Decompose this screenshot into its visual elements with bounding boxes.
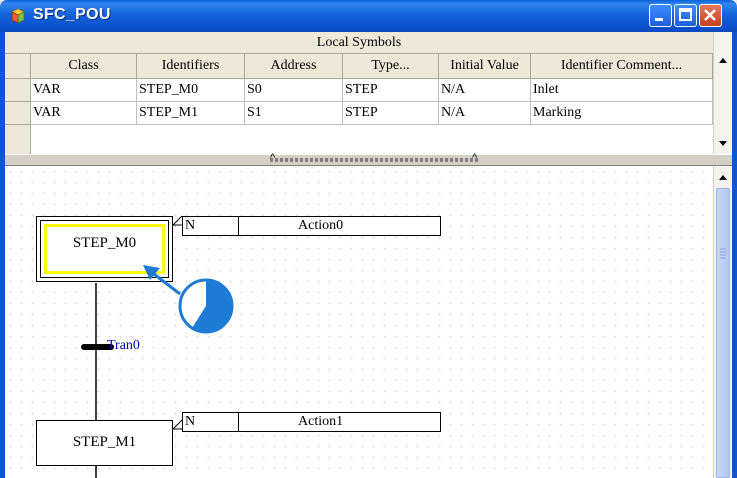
sfc-pou-window: SFC_POU Local Symbols Class Identifiers … [0,0,737,478]
window-title: SFC_POU [33,6,111,23]
table-row[interactable]: VAR STEP_M1 S1 STEP N/A Marking [31,102,713,125]
cell-class[interactable]: VAR [31,79,137,101]
local-symbols-table: Local Symbols Class Identifiers Address … [5,32,713,154]
arrow-up-icon [719,175,727,180]
cell-comment[interactable]: Inlet [531,79,713,101]
column-header-class[interactable]: Class [31,54,137,78]
table-row[interactable]: VAR STEP_M0 S0 STEP N/A Inlet [31,79,713,102]
column-header-type[interactable]: Type... [343,54,439,78]
close-icon [704,9,716,21]
scroll-up-button[interactable] [714,169,732,187]
step-name: STEP_M0 [72,235,137,251]
column-header-comment[interactable]: Identifier Comment... [531,54,713,78]
step-name: STEP_M1 [72,434,137,450]
corner-header [5,54,31,79]
scroll-down-button[interactable] [714,134,732,152]
step-stepm1[interactable]: STEP_M1 [36,420,173,466]
splitter-grip[interactable] [270,158,480,162]
splitter-up-icon[interactable]: ^ [270,152,275,164]
window-frame-right [732,32,737,478]
pou-icon [11,8,25,24]
row-header[interactable] [5,79,31,102]
table-scrollbar[interactable] [713,32,732,154]
cell-class[interactable]: VAR [31,102,137,124]
column-header-row: Class Identifiers Address Type... Initia… [31,54,713,79]
minimize-icon [655,18,663,21]
cell-identifier[interactable]: STEP_M0 [137,79,245,101]
action-qualifier: N [185,218,196,233]
splitter-up-icon[interactable]: ^ [472,152,477,164]
maximize-icon [679,8,692,21]
pane-splitter[interactable]: ^ ^ [5,152,732,166]
action-name: Action0 [298,218,344,233]
column-header-address[interactable]: Address [245,54,343,78]
cell-type[interactable]: STEP [343,102,439,124]
row-header-empty [5,125,31,154]
cell-type[interactable]: STEP [343,79,439,101]
transition-label[interactable]: Tran0 [107,338,140,354]
busy-cursor-icon [143,265,234,334]
action-separator [238,413,239,431]
cell-address[interactable]: S0 [245,79,343,101]
table-caption: Local Symbols [316,35,402,50]
close-button[interactable] [699,4,722,27]
action-qualifier: N [185,414,196,429]
row-header[interactable] [5,102,31,125]
action-separator [238,217,239,235]
title-bar[interactable]: SFC_POU [0,0,737,32]
arrow-up-icon [719,58,727,63]
scroll-up-button[interactable] [714,52,732,70]
arrow-down-icon [719,141,727,146]
column-header-identifiers[interactable]: Identifiers [137,54,245,78]
action-block-action1[interactable]: N Action1 [182,412,441,432]
column-header-initial-value[interactable]: Initial Value [439,54,531,78]
scrollbar-thumb[interactable] [716,188,730,478]
cell-comment[interactable]: Marking [531,102,713,124]
minimize-button[interactable] [649,4,672,27]
canvas-scrollbar[interactable] [713,166,732,478]
action-name: Action1 [298,414,344,429]
maximize-button[interactable] [674,4,697,27]
cell-identifier[interactable]: STEP_M1 [137,102,245,124]
cell-initial-value[interactable]: N/A [439,79,531,101]
cell-address[interactable]: S1 [245,102,343,124]
grip-icon [720,248,726,259]
action-block-action0[interactable]: N Action0 [182,216,441,236]
table-caption-bar: Local Symbols [5,32,713,54]
cell-initial-value[interactable]: N/A [439,102,531,124]
sfc-editor-canvas[interactable]: STEP_M0 N Action0 Tran0 STEP_M1 N Action… [5,166,713,478]
